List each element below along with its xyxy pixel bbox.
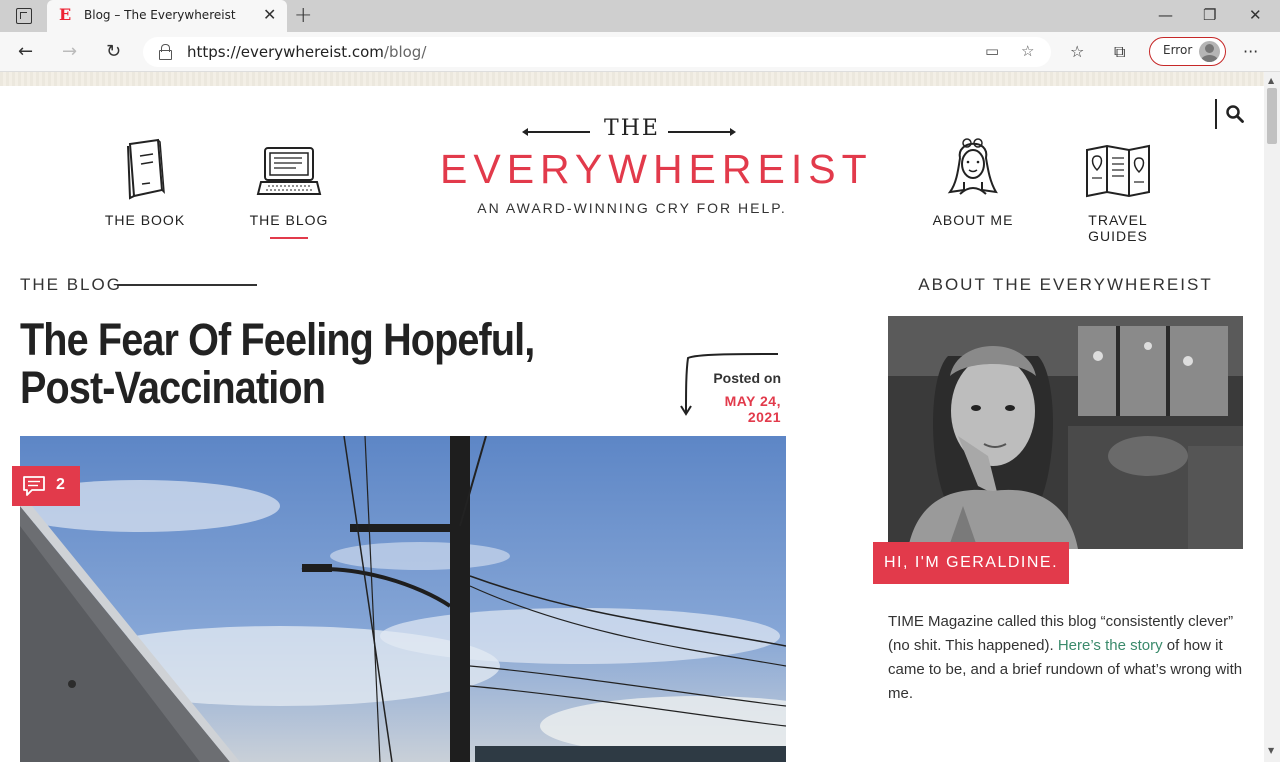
refresh-icon[interactable]: ↻ xyxy=(106,41,121,63)
tab-bar: E Blog – The Everywhereist ✕ + — ❐ ✕ xyxy=(0,0,1280,32)
page-content: THE BOOK THE BLOG THE EVERYWHEREIST AN A… xyxy=(0,86,1264,762)
url-path: /blog/ xyxy=(383,43,427,61)
tab-active[interactable]: E Blog – The Everywhereist ✕ xyxy=(47,0,287,32)
comment-count-badge[interactable]: 2 xyxy=(12,466,80,506)
book-icon xyxy=(127,138,165,200)
lock-icon[interactable] xyxy=(159,44,172,60)
window-close-icon[interactable]: ✕ xyxy=(1249,6,1262,24)
collections-icon[interactable]: ⧉ xyxy=(1114,41,1125,63)
site-favicon-icon: E xyxy=(59,5,72,24)
forward-arrow-icon[interactable]: → xyxy=(62,41,77,63)
tab-close-icon[interactable]: ✕ xyxy=(263,6,276,24)
logo-the: THE xyxy=(604,116,660,141)
about-heading: ABOUT THE EVERYWHEREIST xyxy=(918,275,1213,294)
restore-icon[interactable]: ❐ xyxy=(1203,6,1216,24)
favorites-icon[interactable]: ☆ xyxy=(1070,41,1084,63)
tab-actions-icon[interactable] xyxy=(16,8,32,24)
woman-portrait-icon xyxy=(947,138,998,195)
header-texture xyxy=(0,72,1264,86)
nav-item-travel-guides[interactable]: TRAVEL GUIDES xyxy=(1058,138,1178,244)
about-text: TIME Magazine called this blog “consiste… xyxy=(888,610,1248,706)
profile-button[interactable]: Error xyxy=(1149,37,1226,66)
nav-label-blog: THE BLOG xyxy=(249,212,329,228)
post-title[interactable]: The Fear Of Feeling Hopeful, Post-Vaccin… xyxy=(20,316,566,412)
nav-label-travel-guides: TRAVEL GUIDES xyxy=(1088,212,1148,244)
nav-label-book: THE BOOK xyxy=(104,212,186,228)
nav-item-blog[interactable]: THE BLOG xyxy=(229,138,349,228)
scroll-down-icon[interactable]: ▼ xyxy=(1268,746,1274,755)
tab-title: Blog – The Everywhereist xyxy=(84,8,236,22)
avatar xyxy=(1199,41,1220,62)
url-text: https://everywhereist.com/blog/ xyxy=(187,43,426,61)
hero-photo xyxy=(20,436,786,762)
hi-banner: HI, I'M GERALDINE. xyxy=(873,542,1069,584)
hi-banner-label: HI, I'M GERALDINE. xyxy=(883,554,1059,571)
post-hero-image[interactable] xyxy=(20,436,786,762)
logo-tagline: AN AWARD-WINNING CRY FOR HELP. xyxy=(477,200,787,216)
profile-label: Error xyxy=(1163,43,1193,57)
back-arrow-icon[interactable]: ← xyxy=(18,41,33,63)
nav-label-about: ABOUT ME xyxy=(932,212,1014,228)
section-rule xyxy=(117,284,257,286)
geraldine-photo xyxy=(888,316,1243,549)
laptop-icon xyxy=(256,147,322,195)
about-photo xyxy=(888,316,1243,549)
nav-item-book[interactable]: THE BOOK xyxy=(85,138,205,228)
story-link[interactable]: Here’s the story xyxy=(1058,637,1163,654)
comment-icon xyxy=(23,476,45,496)
site-logo[interactable]: THE EVERYWHEREIST AN AWARD-WINNING CRY F… xyxy=(440,112,873,222)
posted-on-label: Posted on xyxy=(713,370,781,386)
search-divider xyxy=(1215,99,1217,129)
nav-active-underline xyxy=(270,237,308,239)
url-host: https://everywhereist.com xyxy=(187,43,384,61)
minimize-icon[interactable]: — xyxy=(1158,6,1173,24)
page-scrollbar[interactable]: ▲ ▼ xyxy=(1264,72,1280,762)
address-bar-row: ← → ↻ https://everywhereist.com/blog/ ▭ … xyxy=(0,32,1280,72)
add-favorite-icon[interactable]: ☆ xyxy=(1021,42,1034,60)
comment-count: 2 xyxy=(56,476,65,493)
search-icon[interactable] xyxy=(1226,105,1244,123)
post-date[interactable]: MAY 24, 2021 xyxy=(690,393,781,425)
nav-item-about[interactable]: ABOUT ME xyxy=(913,138,1033,228)
logo-arrow-right xyxy=(668,128,736,136)
section-label: THE BLOG xyxy=(20,275,122,294)
scroll-up-icon[interactable]: ▲ xyxy=(1268,76,1274,85)
more-menu-icon[interactable]: ··· xyxy=(1243,41,1258,63)
immersive-reader-icon[interactable]: ▭ xyxy=(985,42,999,60)
logo-wordmark: EVERYWHEREIST xyxy=(440,146,873,192)
url-input[interactable]: https://everywhereist.com/blog/ ▭ ☆ xyxy=(143,37,1051,67)
new-tab-button[interactable]: + xyxy=(294,3,312,28)
map-icon xyxy=(1086,144,1150,198)
scroll-thumb[interactable] xyxy=(1267,88,1277,144)
